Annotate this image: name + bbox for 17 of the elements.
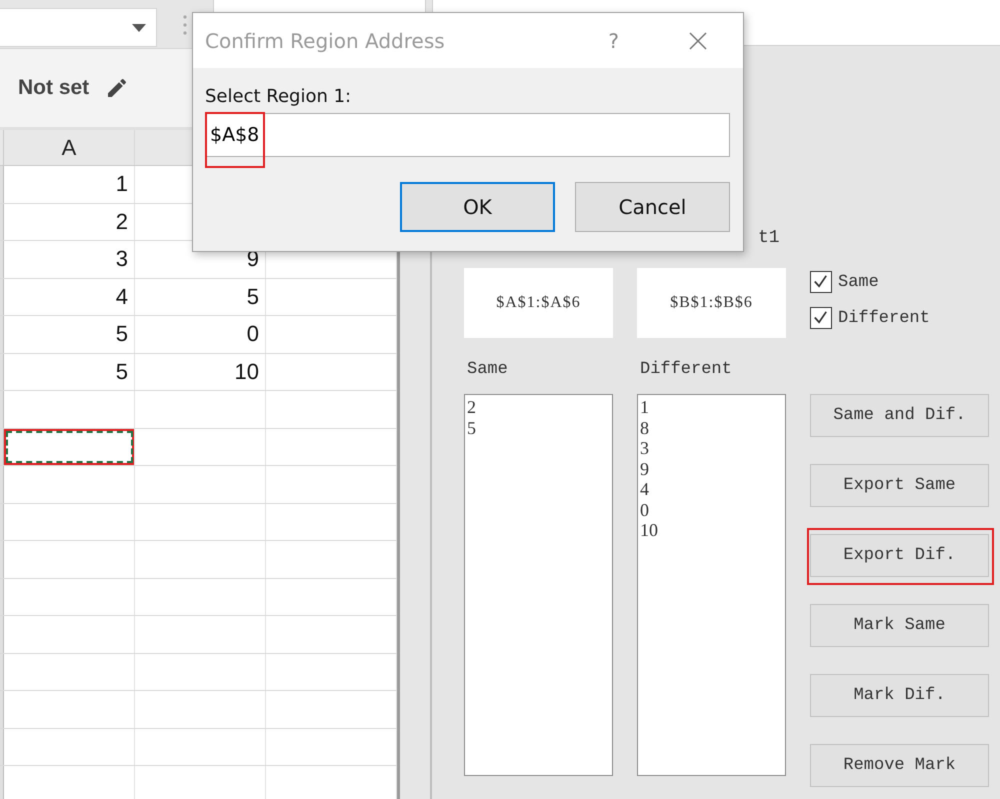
checkbox-label: Same [838, 272, 879, 292]
table-cell: 4 [4, 278, 135, 315]
table-cell: 5 [4, 354, 135, 390]
region-label: t1 [758, 228, 780, 248]
field-label: Select Region 1: [205, 86, 352, 107]
table-cell: 0 [135, 316, 266, 352]
list-title: Different [640, 360, 732, 379]
table-cell: 2 [4, 204, 135, 240]
table-cell: 5 [4, 316, 135, 352]
list-title: Same [467, 360, 508, 379]
format-label: Not set [18, 76, 90, 100]
table-cell: 1 [4, 166, 135, 202]
dialog-title: Confirm Region Address [205, 28, 446, 52]
checkbox-label: Different [838, 308, 930, 328]
table-cell: 3 [4, 241, 135, 278]
table-cell: 10 [135, 354, 266, 390]
table-cell: 5 [135, 278, 266, 315]
